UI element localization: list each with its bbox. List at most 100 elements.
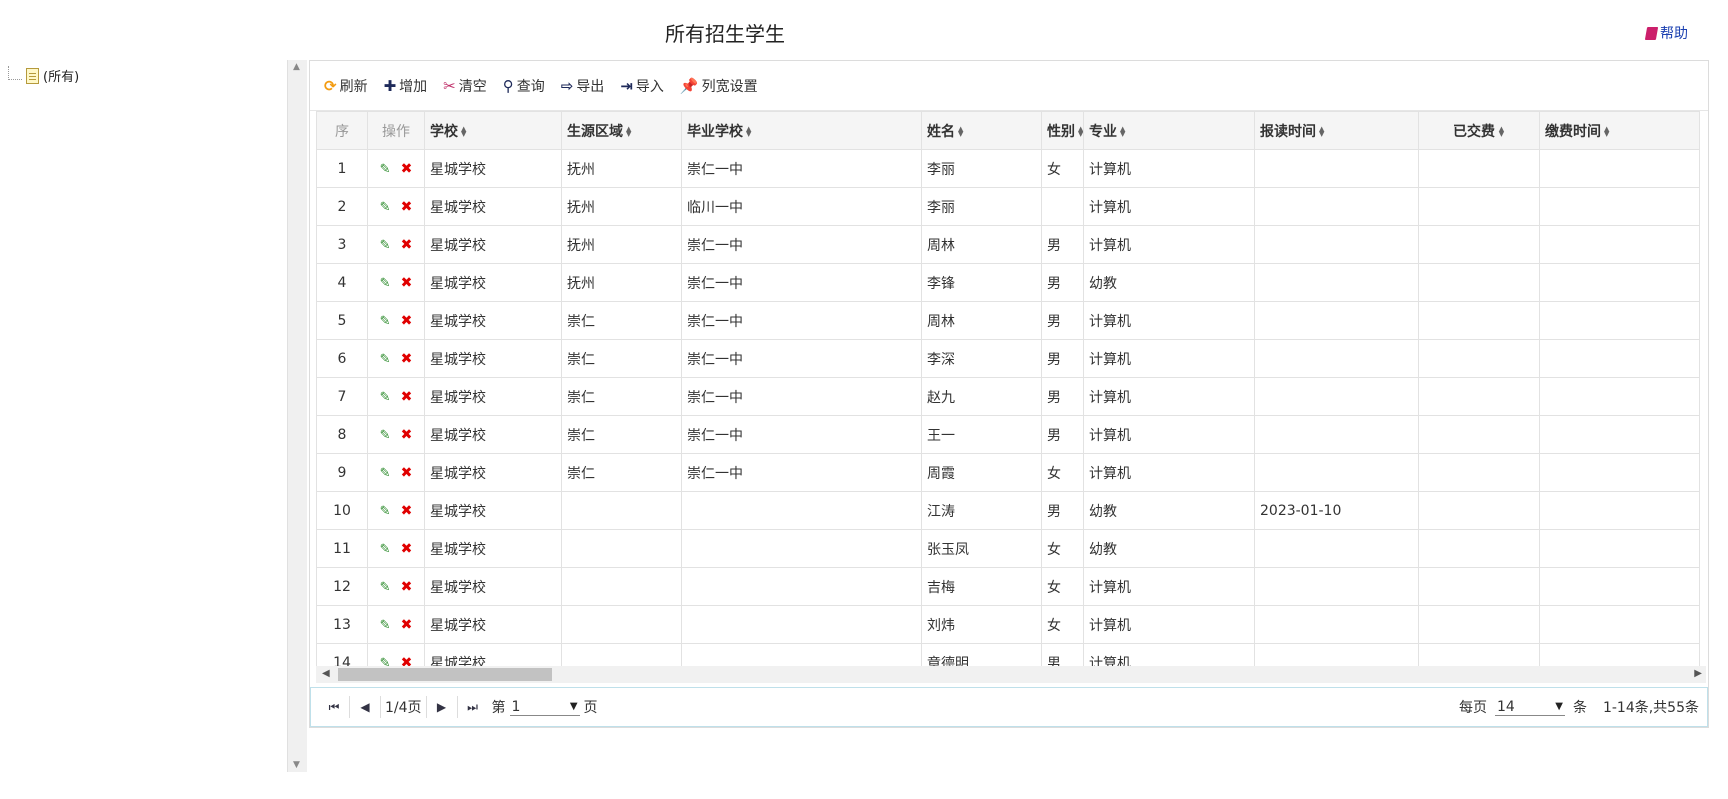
scroll-right-icon[interactable]: ▶ [1694, 668, 1702, 679]
table-row[interactable]: 14 ✎ ✖ 星城学校 章德明男计算机 [316, 643, 1700, 667]
cell-region [561, 643, 682, 666]
page-select-value: 1 [511, 698, 521, 715]
clear-button[interactable]: ✂ 清空 [443, 76, 487, 96]
edit-icon[interactable]: ✎ [380, 276, 391, 291]
cell-major: 幼教 [1083, 263, 1255, 302]
column-header-major[interactable]: 专业 ▲ ▼ [1083, 111, 1255, 150]
sort-icon[interactable]: ▲ ▼ [1498, 125, 1505, 137]
delete-icon[interactable]: ✖ [401, 313, 413, 329]
horizontal-scrollbar[interactable]: ◀ ▶ [316, 666, 1706, 683]
column-header-grad-school[interactable]: 毕业学校 ▲ ▼ [681, 111, 922, 150]
edit-icon[interactable]: ✎ [380, 504, 391, 519]
sort-icon[interactable]: ▲ ▼ [746, 125, 753, 137]
delete-icon[interactable]: ✖ [401, 199, 413, 215]
first-page-icon[interactable]: ⏮ [323, 700, 345, 715]
table-row[interactable]: 8 ✎ ✖ 星城学校 崇仁 崇仁一中 王一男计算机 [316, 415, 1700, 454]
column-header-name[interactable]: 姓名 ▲ ▼ [921, 111, 1042, 150]
sort-icon[interactable]: ▲ ▼ [1078, 125, 1083, 137]
table-row[interactable]: 1 ✎ ✖ 星城学校 抚州 崇仁一中 李丽女计算机 [316, 149, 1700, 188]
delete-icon[interactable]: ✖ [401, 503, 413, 519]
export-button[interactable]: ⇨ 导出 [561, 76, 605, 96]
table-row[interactable]: 6 ✎ ✖ 星城学校 崇仁 崇仁一中 李深男计算机 [316, 339, 1700, 378]
column-width-button[interactable]: 📌 列宽设置 [680, 76, 758, 96]
column-header-school[interactable]: 学校 ▲ ▼ [424, 111, 562, 150]
scroll-up-icon[interactable]: ▲ [293, 62, 300, 72]
sort-icon[interactable]: ▲ ▼ [461, 125, 468, 137]
edit-icon[interactable]: ✎ [380, 314, 391, 329]
column-header-gender[interactable]: 性别 ▲ ▼ [1041, 111, 1084, 150]
sort-icon[interactable]: ▲ ▼ [958, 125, 965, 137]
cell-pay-time [1539, 567, 1700, 606]
scroll-thumb[interactable] [338, 668, 552, 681]
cell-region: 崇仁 [561, 415, 682, 454]
table-row[interactable]: 9 ✎ ✖ 星城学校 崇仁 崇仁一中 周霞女计算机 [316, 453, 1700, 492]
column-header-region[interactable]: 生源区域 ▲ ▼ [561, 111, 682, 150]
edit-icon[interactable]: ✎ [380, 656, 391, 667]
import-button[interactable]: ⇥ 导入 [620, 76, 664, 96]
sort-icon[interactable]: ▲ ▼ [1120, 125, 1127, 137]
delete-icon[interactable]: ✖ [401, 579, 413, 595]
next-page-icon[interactable]: ▶ [431, 700, 453, 714]
edit-icon[interactable]: ✎ [380, 466, 391, 481]
help-link[interactable]: 帮助 [1644, 23, 1688, 43]
per-page-select[interactable]: 14 ▼ [1494, 699, 1565, 716]
table-row[interactable]: 12 ✎ ✖ 星城学校 吉梅女计算机 [316, 567, 1700, 606]
table-row[interactable]: 2 ✎ ✖ 星城学校 抚州 临川一中 李丽 计算机 [316, 187, 1700, 226]
vertical-scrollbar[interactable]: ▲ ▼ [287, 60, 307, 772]
delete-icon[interactable]: ✖ [401, 465, 413, 481]
table-row[interactable]: 3 ✎ ✖ 星城学校 抚州 崇仁一中 周林男计算机 [316, 225, 1700, 264]
delete-icon[interactable]: ✖ [401, 389, 413, 405]
delete-icon[interactable]: ✖ [401, 655, 413, 667]
cell-name: 吉梅 [921, 567, 1042, 606]
cell-seq: 5 [316, 301, 368, 340]
cell-name: 李深 [921, 339, 1042, 378]
tree-node-all[interactable]: (所有) [8, 65, 79, 85]
column-header-paid[interactable]: 已交费 ▲ ▼ [1418, 111, 1540, 150]
sort-icon[interactable]: ▲ ▼ [1319, 125, 1326, 137]
table-row[interactable]: 13 ✎ ✖ 星城学校 刘炜女计算机 [316, 605, 1700, 644]
query-button[interactable]: ⚲ 查询 [503, 76, 545, 96]
table-row[interactable]: 11 ✎ ✖ 星城学校 张玉凤女幼教 [316, 529, 1700, 568]
edit-icon[interactable]: ✎ [380, 390, 391, 405]
edit-icon[interactable]: ✎ [380, 428, 391, 443]
sort-icon[interactable]: ▲ ▼ [626, 125, 633, 137]
cell-actions: ✎ ✖ [367, 605, 425, 644]
last-page-icon[interactable]: ⏭ [462, 700, 484, 715]
table-row[interactable]: 10 ✎ ✖ 星城学校 江涛男幼教 2023-01-10 [316, 491, 1700, 530]
sort-icon[interactable]: ▲ ▼ [1604, 125, 1611, 137]
prev-page-icon[interactable]: ◀ [354, 700, 376, 714]
delete-icon[interactable]: ✖ [401, 617, 413, 633]
refresh-button[interactable]: ⟳ 刷新 [324, 76, 368, 96]
delete-icon[interactable]: ✖ [401, 541, 413, 557]
table-row[interactable]: 5 ✎ ✖ 星城学校 崇仁 崇仁一中 周林男计算机 [316, 301, 1700, 340]
edit-icon[interactable]: ✎ [380, 200, 391, 215]
edit-icon[interactable]: ✎ [380, 580, 391, 595]
cell-paid [1418, 301, 1540, 340]
delete-icon[interactable]: ✖ [401, 237, 413, 253]
cell-seq: 11 [316, 529, 368, 568]
plus-icon: ✚ [383, 76, 397, 95]
edit-icon[interactable]: ✎ [380, 618, 391, 633]
cell-grad-school [681, 529, 922, 568]
cell-paid [1418, 453, 1540, 492]
delete-icon[interactable]: ✖ [401, 427, 413, 443]
scroll-down-icon[interactable]: ▼ [293, 760, 300, 770]
cell-school: 星城学校 [424, 605, 562, 644]
delete-icon[interactable]: ✖ [401, 275, 413, 291]
cell-school: 星城学校 [424, 225, 562, 264]
edit-icon[interactable]: ✎ [380, 162, 391, 177]
edit-icon[interactable]: ✎ [380, 238, 391, 253]
edit-icon[interactable]: ✎ [380, 542, 391, 557]
page-select[interactable]: 1 ▼ [509, 698, 580, 716]
table-row[interactable]: 7 ✎ ✖ 星城学校 崇仁 崇仁一中 赵九男计算机 [316, 377, 1700, 416]
pager-right: 每页 14 ▼ 条 1-14条,共55条 [1459, 697, 1707, 717]
column-header-pay-time[interactable]: 缴费时间 ▲ ▼ [1539, 111, 1700, 150]
table-row[interactable]: 4 ✎ ✖ 星城学校 抚州 崇仁一中 李锋男幼教 [316, 263, 1700, 302]
column-header-enroll-time[interactable]: 报读时间 ▲ ▼ [1254, 111, 1419, 150]
add-button[interactable]: ✚ 增加 [384, 76, 428, 96]
edit-icon[interactable]: ✎ [380, 352, 391, 367]
cell-gender: 男 [1041, 301, 1084, 340]
delete-icon[interactable]: ✖ [401, 161, 413, 177]
scroll-left-icon[interactable]: ◀ [322, 668, 330, 679]
delete-icon[interactable]: ✖ [401, 351, 413, 367]
